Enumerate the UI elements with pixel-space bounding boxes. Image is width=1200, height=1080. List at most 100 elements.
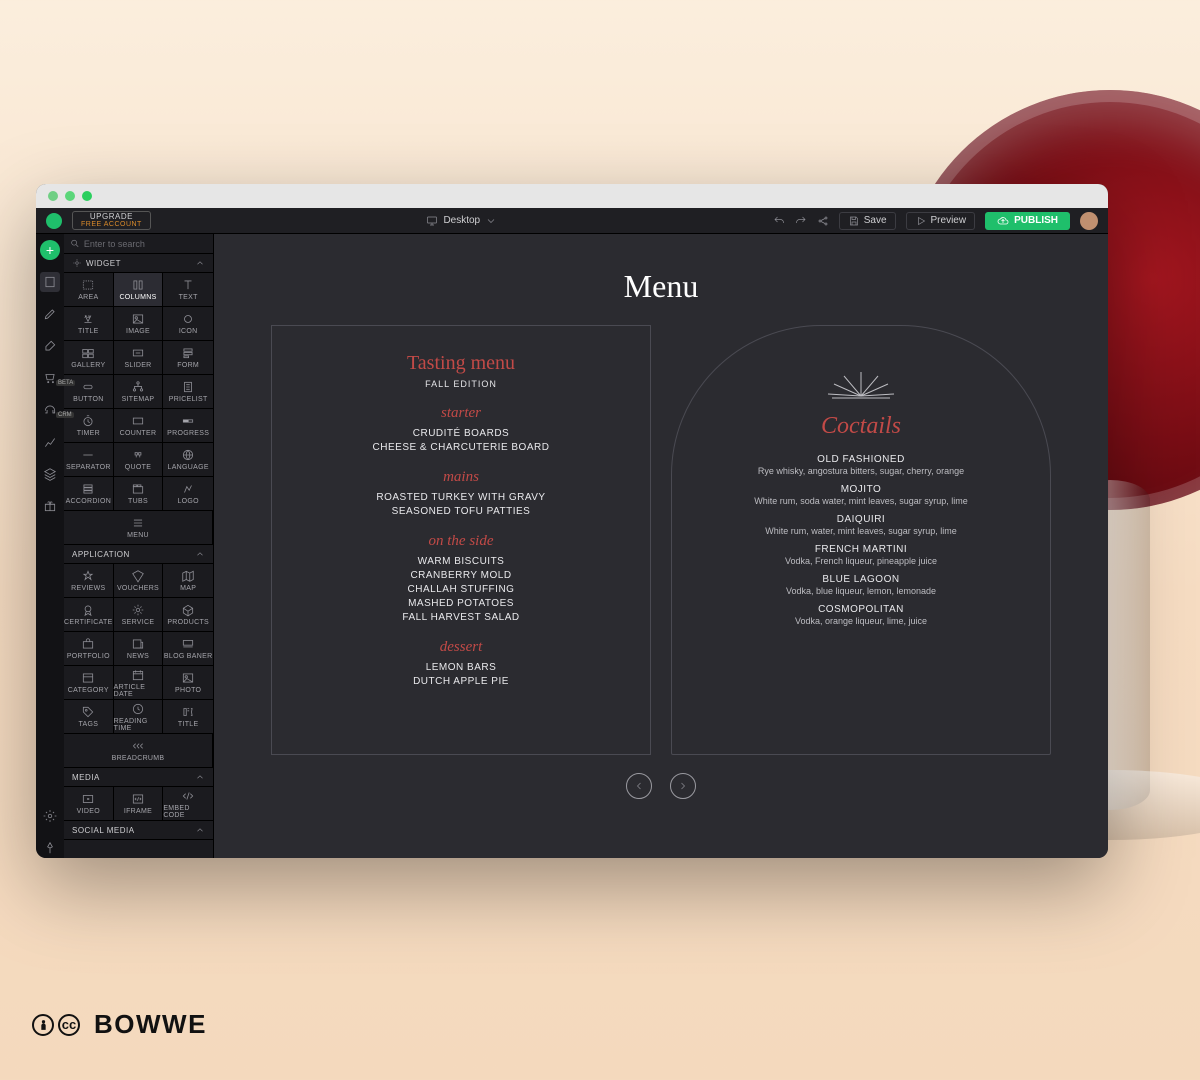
widget-text[interactable]: TEXT (163, 273, 213, 307)
widget-portfolio[interactable]: PORTFOLIO (64, 632, 114, 666)
cart-icon (43, 371, 57, 385)
editor-canvas[interactable]: Menu Tasting menu FALL EDITION starterCR… (214, 234, 1108, 858)
widget-progress[interactable]: PROGRESS (163, 409, 213, 443)
rail-settings[interactable] (40, 806, 60, 826)
add-button[interactable]: + (40, 240, 60, 260)
widget-slider[interactable]: SLIDER (114, 341, 164, 375)
rail-pages[interactable] (40, 272, 60, 292)
menu-icon (131, 516, 145, 530)
rail-layers[interactable] (40, 464, 60, 484)
attribution-icon (32, 1014, 54, 1036)
widget-label: TAGS (78, 721, 98, 728)
category-icon (81, 671, 95, 685)
publish-button[interactable]: PUBLISH (985, 212, 1070, 230)
search-input[interactable] (84, 239, 207, 249)
save-button[interactable]: Save (839, 212, 896, 230)
widget-video[interactable]: VIDEO (64, 787, 114, 821)
widget-accordion[interactable]: ACCORDION (64, 477, 114, 511)
widget-label: TIMER (77, 430, 100, 437)
brand-logo: BOWWE (94, 1009, 207, 1040)
undo-icon[interactable] (773, 215, 785, 227)
rail-help[interactable] (40, 838, 60, 858)
section-application-header[interactable]: APPLICATION (64, 545, 213, 564)
widget-columns[interactable]: COLUMNS (114, 273, 164, 307)
widget-label: GALLERY (71, 362, 105, 369)
widget-blog-baner[interactable]: BLOG BANER (163, 632, 213, 666)
gear-icon (43, 809, 57, 823)
arrow-left-icon (633, 780, 645, 792)
widget-certificate[interactable]: CERTIFICATE (64, 598, 114, 632)
widget-breadcrumb[interactable]: BREADCRUMB (64, 734, 213, 768)
rail-edit[interactable] (40, 304, 60, 324)
rail-analytics[interactable] (40, 432, 60, 452)
rail-design[interactable] (40, 336, 60, 356)
share-icon[interactable] (817, 215, 829, 227)
preview-button[interactable]: Preview (906, 212, 976, 230)
widget-article-date[interactable]: ARTICLE DATE (114, 666, 164, 700)
widgets-panel: WIDGET AREA COLUMNS TEXT AaTITLEIMAGEICON GA… (64, 234, 214, 858)
user-avatar[interactable] (1080, 212, 1098, 230)
widget-pricelist[interactable]: PRICELIST (163, 375, 213, 409)
widget-icon[interactable]: ICON (163, 307, 213, 341)
widget-label: SITEMAP (122, 396, 155, 403)
widget-photo[interactable]: PHOTO (163, 666, 213, 700)
section-media-header[interactable]: MEDIA (64, 768, 213, 787)
widget-products[interactable]: PRODUCTS (163, 598, 213, 632)
widget-tags[interactable]: TAGS (64, 700, 114, 734)
widget-title2[interactable]: TITLE (163, 700, 213, 734)
widget-area[interactable]: AREA (64, 273, 114, 307)
widget-tubs[interactable]: TUBS (114, 477, 164, 511)
widget-embed-code[interactable]: EMBED CODE (163, 787, 213, 821)
device-selector[interactable]: Desktop (426, 215, 497, 227)
page-title: Menu (624, 268, 699, 305)
cocktail-name: COSMOPOLITAN (702, 604, 1020, 615)
widget-iframe[interactable]: IFRAME (114, 787, 164, 821)
widget-logo[interactable]: LOGO (163, 477, 213, 511)
traffic-light-close[interactable] (48, 191, 58, 201)
widget-label: NEWS (127, 653, 149, 660)
widget-label: COUNTER (120, 430, 157, 437)
left-rail: + BETA CRM (36, 234, 64, 858)
sunburst-icon (826, 366, 896, 400)
widget-category[interactable]: CATEGORY (64, 666, 114, 700)
widget-map[interactable]: MAP (163, 564, 213, 598)
cocktail-name: OLD FASHIONED (702, 454, 1020, 465)
traffic-light-minimize[interactable] (65, 191, 75, 201)
monitor-icon (426, 215, 438, 227)
widget-service[interactable]: SERVICE (114, 598, 164, 632)
next-slide-button[interactable] (670, 773, 696, 799)
widget-image[interactable]: IMAGE (114, 307, 164, 341)
chevron-up-icon (195, 772, 205, 782)
widget-sitemap[interactable]: SITEMAP (114, 375, 164, 409)
widget-label: COLUMNS (119, 294, 156, 301)
cocktail-desc: Vodka, blue liqueur, lemon, lemonade (702, 586, 1020, 596)
top-toolbar: UPGRADE FREE ACCOUNT Desktop Save Previe… (36, 208, 1108, 234)
traffic-light-zoom[interactable] (82, 191, 92, 201)
embed-code-icon (181, 789, 195, 803)
widget-separator[interactable]: SEPARATOR (64, 443, 114, 477)
upgrade-button[interactable]: UPGRADE FREE ACCOUNT (72, 211, 151, 230)
section-social-header[interactable]: SOCIAL MEDIA (64, 821, 213, 840)
search-field[interactable] (64, 234, 213, 254)
tasting-menu-card[interactable]: Tasting menu FALL EDITION starterCRUDITÉ… (271, 325, 651, 755)
widget-reviews[interactable]: REVIEWS (64, 564, 114, 598)
widget-menu[interactable]: MENU (64, 511, 213, 545)
widget-label: SERVICE (122, 619, 155, 626)
upgrade-label: UPGRADE (81, 213, 142, 221)
app-logo-icon[interactable] (46, 213, 62, 229)
widget-news[interactable]: NEWS (114, 632, 164, 666)
widget-quote[interactable]: QUOTE (114, 443, 164, 477)
widget-gallery[interactable]: GALLERY (64, 341, 114, 375)
widget-title[interactable]: AaTITLE (64, 307, 114, 341)
rail-apps[interactable] (40, 496, 60, 516)
widget-vouchers[interactable]: VOUCHERS (114, 564, 164, 598)
widget-form[interactable]: FORM (163, 341, 213, 375)
section-widget-header[interactable]: WIDGET (64, 254, 213, 273)
widget-label: TUBS (128, 498, 148, 505)
redo-icon[interactable] (795, 215, 807, 227)
widget-language[interactable]: LANGUAGE (163, 443, 213, 477)
widget-reading-time[interactable]: READING TIME (114, 700, 164, 734)
widget-counter[interactable]: COUNTER (114, 409, 164, 443)
prev-slide-button[interactable] (626, 773, 652, 799)
cocktails-card[interactable]: Coctails OLD FASHIONEDRye whisky, angost… (671, 325, 1051, 755)
